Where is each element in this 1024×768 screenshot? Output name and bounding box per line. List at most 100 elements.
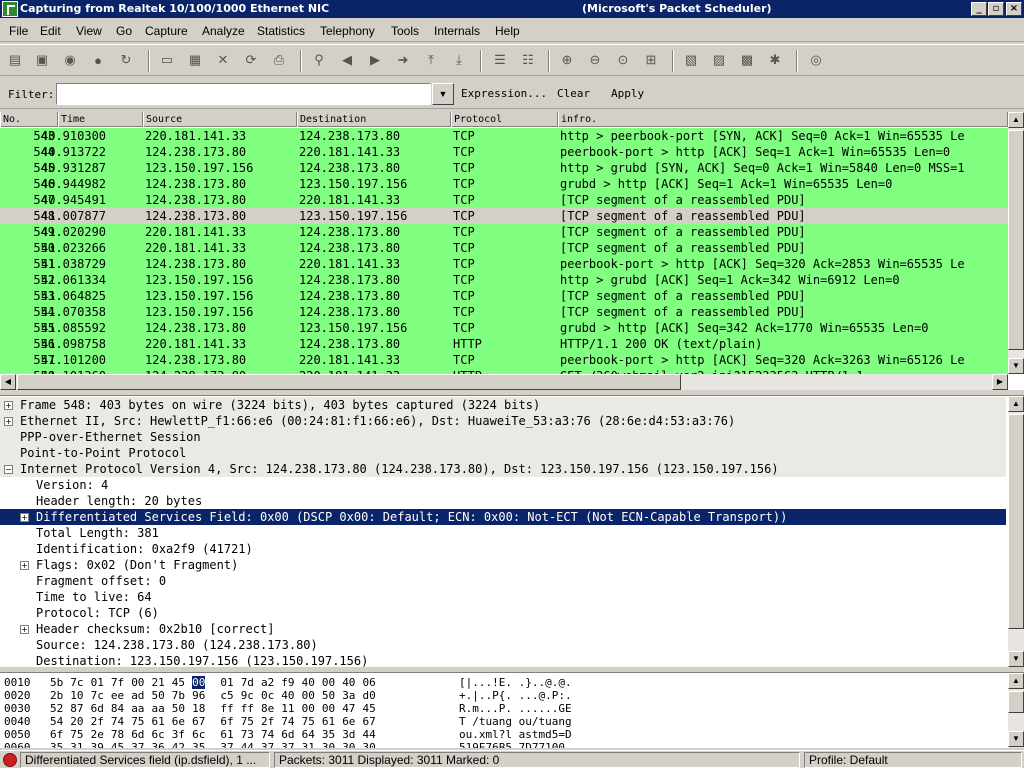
hex-byte[interactable]: ff — [241, 702, 254, 715]
capture-filters-icon[interactable]: ▧ — [681, 50, 701, 70]
packet-row[interactable]: 544 40.913722 124.238.173.80 220.181.141.33… — [0, 144, 1008, 160]
hex-byte[interactable]: 75 — [131, 715, 144, 728]
menu-telephony[interactable]: Telephony — [320, 24, 375, 38]
hex-byte[interactable]: 67 — [363, 715, 376, 728]
coloring-rules-icon[interactable]: ▩ — [737, 50, 757, 70]
hex-byte[interactable]: 30 — [363, 741, 376, 748]
hex-byte[interactable]: 3f — [172, 728, 185, 741]
hex-byte[interactable]: d0 — [363, 689, 376, 702]
clear-button[interactable]: Clear — [557, 87, 590, 100]
hex-byte[interactable]: 54 — [50, 715, 63, 728]
menu-statistics[interactable]: Statistics — [257, 24, 305, 38]
hex-byte[interactable]: 2f — [261, 715, 274, 728]
hex-byte[interactable]: 0c — [261, 689, 274, 702]
menu-edit[interactable]: Edit — [40, 24, 61, 38]
hex-byte[interactable]: 75 — [241, 715, 254, 728]
scroll-down-arrow-icon[interactable]: ▼ — [1008, 651, 1024, 667]
stop-capture-icon[interactable]: ● — [88, 50, 108, 70]
hex-byte[interactable]: 35 — [192, 741, 205, 748]
apply-button[interactable]: Apply — [611, 87, 644, 100]
hex-byte[interactable]: 6d — [131, 728, 144, 741]
hex-byte[interactable]: 50 — [172, 702, 185, 715]
hex-byte[interactable]: ff — [220, 702, 233, 715]
packet-row[interactable]: 556 41.098758 220.181.141.33 124.238.173.80… — [0, 336, 1008, 352]
hex-byte[interactable]: 37 — [261, 741, 274, 748]
status-profile[interactable]: Profile: Default — [804, 752, 1022, 768]
packet-row[interactable]: 552 41.061334 123.150.197.156 124.238.173.8… — [0, 272, 1008, 288]
go-back-icon[interactable]: ◀ — [337, 50, 357, 70]
packet-row[interactable]: 546 40.944982 124.238.173.80 123.150.197.15… — [0, 176, 1008, 192]
hex-row[interactable]: 0010 5b 7c 01 7f 00 21 45 00 01 7d a2 f9 40 00 40 06 [|..… — [0, 676, 1000, 689]
hex-byte[interactable]: 36 — [152, 741, 165, 748]
packet-row[interactable]: 554 41.070358 123.150.197.156 124.238.173.8… — [0, 304, 1008, 320]
collapse-icon[interactable]: − — [4, 465, 13, 474]
hex-byte[interactable]: 5b — [50, 676, 63, 689]
hex-byte[interactable]: 3a — [342, 689, 355, 702]
close-file-icon[interactable]: ✕ — [213, 50, 233, 70]
hscroll-thumb[interactable] — [17, 374, 681, 390]
hex-byte[interactable]: 00 — [131, 676, 144, 689]
scroll-thumb[interactable] — [1008, 414, 1024, 629]
expert-info-icon[interactable] — [3, 753, 17, 767]
preferences-icon[interactable]: ✱ — [765, 50, 785, 70]
hex-byte[interactable]: 96 — [192, 689, 205, 702]
hex-byte[interactable]: 7b — [172, 689, 185, 702]
hex-byte[interactable]: 74 — [261, 728, 274, 741]
expand-icon[interactable]: + — [20, 513, 29, 522]
expand-icon[interactable]: + — [4, 401, 13, 410]
hex-byte[interactable]: 78 — [111, 728, 124, 741]
hex-byte[interactable]: 6c — [192, 728, 205, 741]
hex-byte[interactable]: 00 — [302, 689, 315, 702]
hex-byte[interactable]: 45 — [172, 676, 185, 689]
hex-byte[interactable]: 6e — [342, 715, 355, 728]
packet-row[interactable]: 555 41.085592 124.238.173.80 123.150.197.15… — [0, 320, 1008, 336]
hex-byte[interactable]: 00 — [302, 702, 315, 715]
detail-tree-item[interactable]: Protocol: TCP (6) — [0, 605, 1006, 621]
hex-byte[interactable]: 35 — [50, 741, 63, 748]
menu-capture[interactable]: Capture — [145, 24, 188, 38]
print-icon[interactable]: ⎙ — [269, 50, 289, 70]
reload-icon[interactable]: ⟳ — [241, 50, 261, 70]
hex-byte[interactable]: 31 — [302, 741, 315, 748]
hex-byte[interactable]: 00 — [322, 702, 335, 715]
hex-byte[interactable]: f9 — [281, 676, 294, 689]
menu-internals[interactable]: Internals — [434, 24, 480, 38]
scroll-thumb[interactable] — [1008, 691, 1024, 713]
hex-byte[interactable]: aa — [131, 702, 144, 715]
menu-tools[interactable]: Tools — [391, 24, 419, 38]
hex-byte[interactable]: 9c — [241, 689, 254, 702]
hex-byte[interactable]: 42 — [172, 741, 185, 748]
hex-byte[interactable]: 44 — [241, 741, 254, 748]
packet-row[interactable]: 548 41.007877 124.238.173.80 123.150.197.15… — [0, 208, 1008, 224]
scroll-left-arrow-icon[interactable]: ◀ — [0, 374, 16, 390]
go-to-packet-icon[interactable]: ➜ — [393, 50, 413, 70]
menu-file[interactable]: File — [9, 24, 28, 38]
detail-tree-item[interactable]: Destination: 123.150.197.156 (123.150.19… — [0, 653, 1006, 667]
packet-row[interactable]: 553 41.064825 123.150.197.156 124.238.173.8… — [0, 288, 1008, 304]
hex-byte[interactable]: 45 — [363, 702, 376, 715]
hex-byte[interactable]: 37 — [220, 741, 233, 748]
hex-byte[interactable]: 7c — [70, 676, 83, 689]
hex-byte[interactable]: 50 — [322, 689, 335, 702]
detail-tree-item[interactable]: Fragment offset: 0 — [0, 573, 1006, 589]
hex-byte[interactable]: 06 — [363, 676, 376, 689]
hex-byte[interactable]: 2e — [91, 728, 104, 741]
hex-byte[interactable]: 74 — [281, 715, 294, 728]
hex-byte[interactable]: 7d — [241, 676, 254, 689]
column-header-destination[interactable]: Destination — [297, 112, 451, 127]
hex-byte[interactable]: 8e — [261, 702, 274, 715]
hex-row[interactable]: 0060 35 31 39 45 37 36 42 35 37 44 37 37 31 30 30 30 519E… — [0, 741, 1000, 748]
packet-row[interactable]: 549 41.020290 220.181.141.33 124.238.173.80… — [0, 224, 1008, 240]
save-file-icon[interactable]: ▦ — [185, 50, 205, 70]
hex-byte[interactable]: 11 — [281, 702, 294, 715]
hex-byte[interactable]: ee — [111, 689, 124, 702]
hex-byte[interactable]: ad — [131, 689, 144, 702]
column-header-source[interactable]: Source — [143, 112, 297, 127]
column-header-time[interactable]: Time — [58, 112, 143, 127]
detail-tree-item[interactable]: Identification: 0xa2f9 (41721) — [0, 541, 1006, 557]
hex-byte[interactable]: 61 — [220, 728, 233, 741]
scroll-up-arrow-icon[interactable]: ▲ — [1008, 396, 1024, 412]
hex-row[interactable]: 0030 52 87 6d 84 aa aa 50 18 ff ff 8e 11 00 00 47 45 R.m.… — [0, 702, 1000, 715]
hex-byte[interactable]: 00 — [192, 676, 206, 689]
detail-tree-item[interactable]: Header length: 20 bytes — [0, 493, 1006, 509]
